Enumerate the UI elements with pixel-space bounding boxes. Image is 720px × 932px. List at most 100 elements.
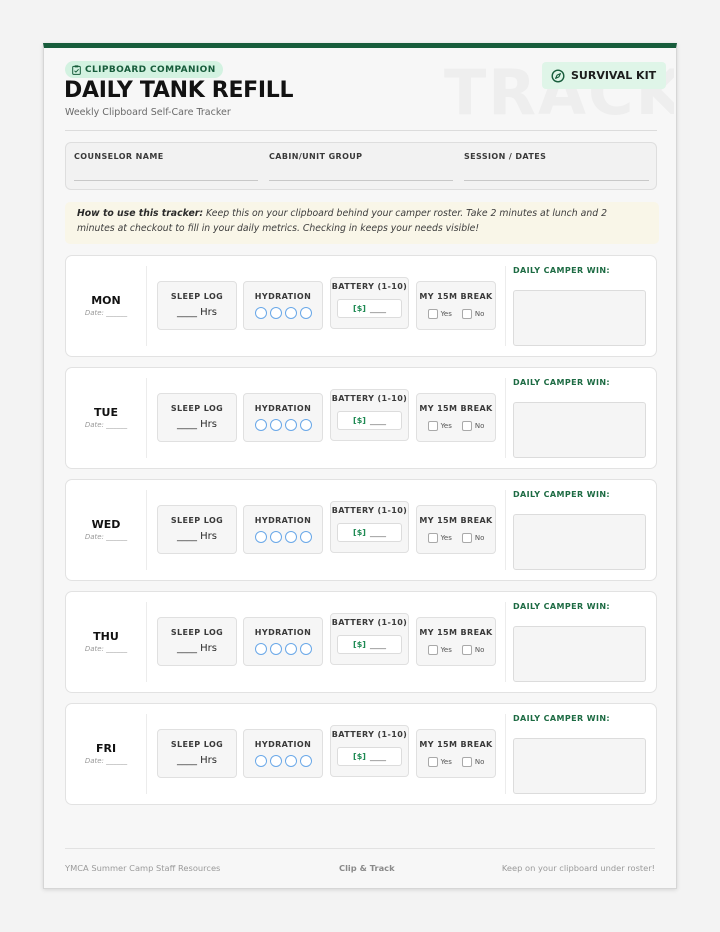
hydration-box: HYDRATION: [243, 617, 323, 666]
no-label: No: [474, 422, 485, 430]
water-drop-icon[interactable]: [254, 307, 267, 319]
water-drop-icon[interactable]: [269, 307, 282, 319]
break-box: MY 15M BREAK Yes No: [416, 281, 496, 330]
sleep-hours-field[interactable]: ____ Hrs: [158, 755, 236, 766]
how-to-use-note: How to use this tracker: Keep this on yo…: [65, 202, 659, 244]
water-drop-icon[interactable]: [284, 531, 297, 543]
break-box: MY 15M BREAK Yes No: [416, 505, 496, 554]
hydration-label: HYDRATION: [254, 404, 312, 413]
footer-middle: Clip & Track: [339, 863, 395, 873]
battery-input[interactable]: [$] ____: [337, 747, 402, 766]
break-no-option[interactable]: No: [461, 533, 485, 543]
water-drop-icon[interactable]: [299, 531, 312, 543]
yes-label: Yes: [440, 534, 452, 542]
hydration-label: HYDRATION: [254, 292, 312, 301]
water-drop-icon[interactable]: [284, 419, 297, 431]
break-no-option[interactable]: No: [461, 309, 485, 319]
break-yes-option[interactable]: Yes: [427, 645, 452, 655]
sleep-log-label: SLEEP LOG: [170, 404, 224, 413]
break-yes-option[interactable]: Yes: [427, 757, 452, 767]
camper-win-field[interactable]: [513, 290, 646, 346]
water-drop-icon[interactable]: [254, 643, 267, 655]
checkbox-icon[interactable]: [427, 533, 438, 543]
water-drop-icon[interactable]: [284, 643, 297, 655]
checkbox-icon[interactable]: [427, 309, 438, 319]
checkbox-icon[interactable]: [461, 533, 472, 543]
checkbox-icon[interactable]: [427, 421, 438, 431]
camper-win-field[interactable]: [513, 514, 646, 570]
checkbox-icon[interactable]: [427, 757, 438, 767]
water-drop-icon[interactable]: [269, 755, 282, 767]
water-drop-icon[interactable]: [254, 531, 267, 543]
battery-input[interactable]: [$] ____: [337, 299, 402, 318]
water-drop-icon[interactable]: [299, 307, 312, 319]
water-drop-icon[interactable]: [284, 307, 297, 319]
cabin-unit-group-field[interactable]: CABIN/UNIT GROUP: [269, 143, 453, 189]
day-card-fri: FRI Date: ______ SLEEP LOG ____ Hrs HYDRATIO…: [65, 703, 657, 805]
battery-label: BATTERY (1-10): [331, 394, 408, 403]
checkbox-icon[interactable]: [461, 309, 472, 319]
sleep-log-box[interactable]: SLEEP LOG ____ Hrs: [157, 281, 237, 330]
break-no-option[interactable]: No: [461, 757, 485, 767]
hydration-tracker: [244, 419, 322, 431]
water-drop-icon[interactable]: [299, 755, 312, 767]
sleep-hours-field[interactable]: ____ Hrs: [158, 531, 236, 542]
counselor-name-field[interactable]: COUNSELOR NAME: [74, 143, 258, 189]
day-name: MON: [91, 294, 121, 307]
compass-icon: [551, 68, 565, 83]
session-dates-label: SESSION / DATES: [464, 152, 547, 161]
break-yes-option[interactable]: Yes: [427, 533, 452, 543]
battery-input[interactable]: [$] ____: [337, 523, 402, 542]
sleep-log-box[interactable]: SLEEP LOG ____ Hrs: [157, 393, 237, 442]
battery-input[interactable]: [$] ____: [337, 411, 402, 430]
battery-box: BATTERY (1-10) [$] ____: [330, 501, 409, 553]
session-dates-field[interactable]: SESSION / DATES: [464, 143, 649, 189]
camper-win-field[interactable]: [513, 626, 646, 682]
survival-kit-badge: SURVIVAL KIT: [542, 62, 667, 89]
water-drop-icon[interactable]: [269, 419, 282, 431]
checkbox-icon[interactable]: [461, 757, 472, 767]
clipboard-companion-badge: CLIPBOARD COMPANION: [65, 61, 223, 78]
water-drop-icon[interactable]: [269, 643, 282, 655]
break-no-option[interactable]: No: [461, 645, 484, 655]
break-yes-option[interactable]: Yes: [427, 309, 452, 319]
no-label: No: [474, 534, 485, 542]
battery-icon: [$]: [353, 640, 366, 649]
sleep-log-box[interactable]: SLEEP LOG ____ Hrs: [157, 505, 237, 554]
no-label: No: [474, 758, 485, 766]
water-drop-icon[interactable]: [299, 419, 312, 431]
water-drop-icon[interactable]: [269, 531, 282, 543]
camper-win-field[interactable]: [513, 402, 646, 458]
break-box: MY 15M BREAK Yes No: [416, 393, 496, 442]
day-name: TUE: [94, 406, 118, 419]
water-drop-icon[interactable]: [284, 755, 297, 767]
battery-box: BATTERY (1-10) [$] ____: [330, 725, 409, 777]
water-drop-icon[interactable]: [299, 643, 312, 655]
checkbox-icon[interactable]: [461, 645, 472, 655]
break-label: MY 15M BREAK: [419, 292, 493, 301]
break-no-option[interactable]: No: [461, 421, 485, 431]
camper-win-field[interactable]: [513, 738, 646, 794]
checkbox-icon[interactable]: [461, 421, 472, 431]
sleep-hours-field[interactable]: ____ Hrs: [158, 643, 236, 654]
battery-blank: ____: [369, 528, 386, 537]
no-label: No: [474, 310, 485, 318]
sleep-hours-field[interactable]: ____ Hrs: [158, 307, 236, 318]
battery-input[interactable]: [$] ____: [337, 635, 402, 654]
water-drop-icon[interactable]: [254, 419, 267, 431]
day-divider: [146, 266, 147, 346]
win-divider: [505, 266, 506, 346]
sleep-hours-field[interactable]: ____ Hrs: [158, 419, 236, 430]
win-divider: [505, 602, 506, 682]
yes-label: Yes: [440, 646, 452, 654]
sleep-log-box[interactable]: SLEEP LOG ____ Hrs: [157, 617, 237, 666]
day-card-wed: WED Date: ______ SLEEP LOG ____ Hrs HYDRATIO…: [65, 479, 657, 581]
water-drop-icon[interactable]: [254, 755, 267, 767]
sleep-log-box[interactable]: SLEEP LOG ____ Hrs: [157, 729, 237, 778]
battery-box: BATTERY (1-10) [$] ____: [330, 277, 409, 329]
camper-win-label: DAILY CAMPER WIN:: [513, 714, 611, 723]
break-yes-option[interactable]: Yes: [427, 421, 452, 431]
battery-blank: ____: [369, 416, 386, 425]
checkbox-icon[interactable]: [427, 645, 438, 655]
hydration-tracker: [244, 643, 322, 655]
